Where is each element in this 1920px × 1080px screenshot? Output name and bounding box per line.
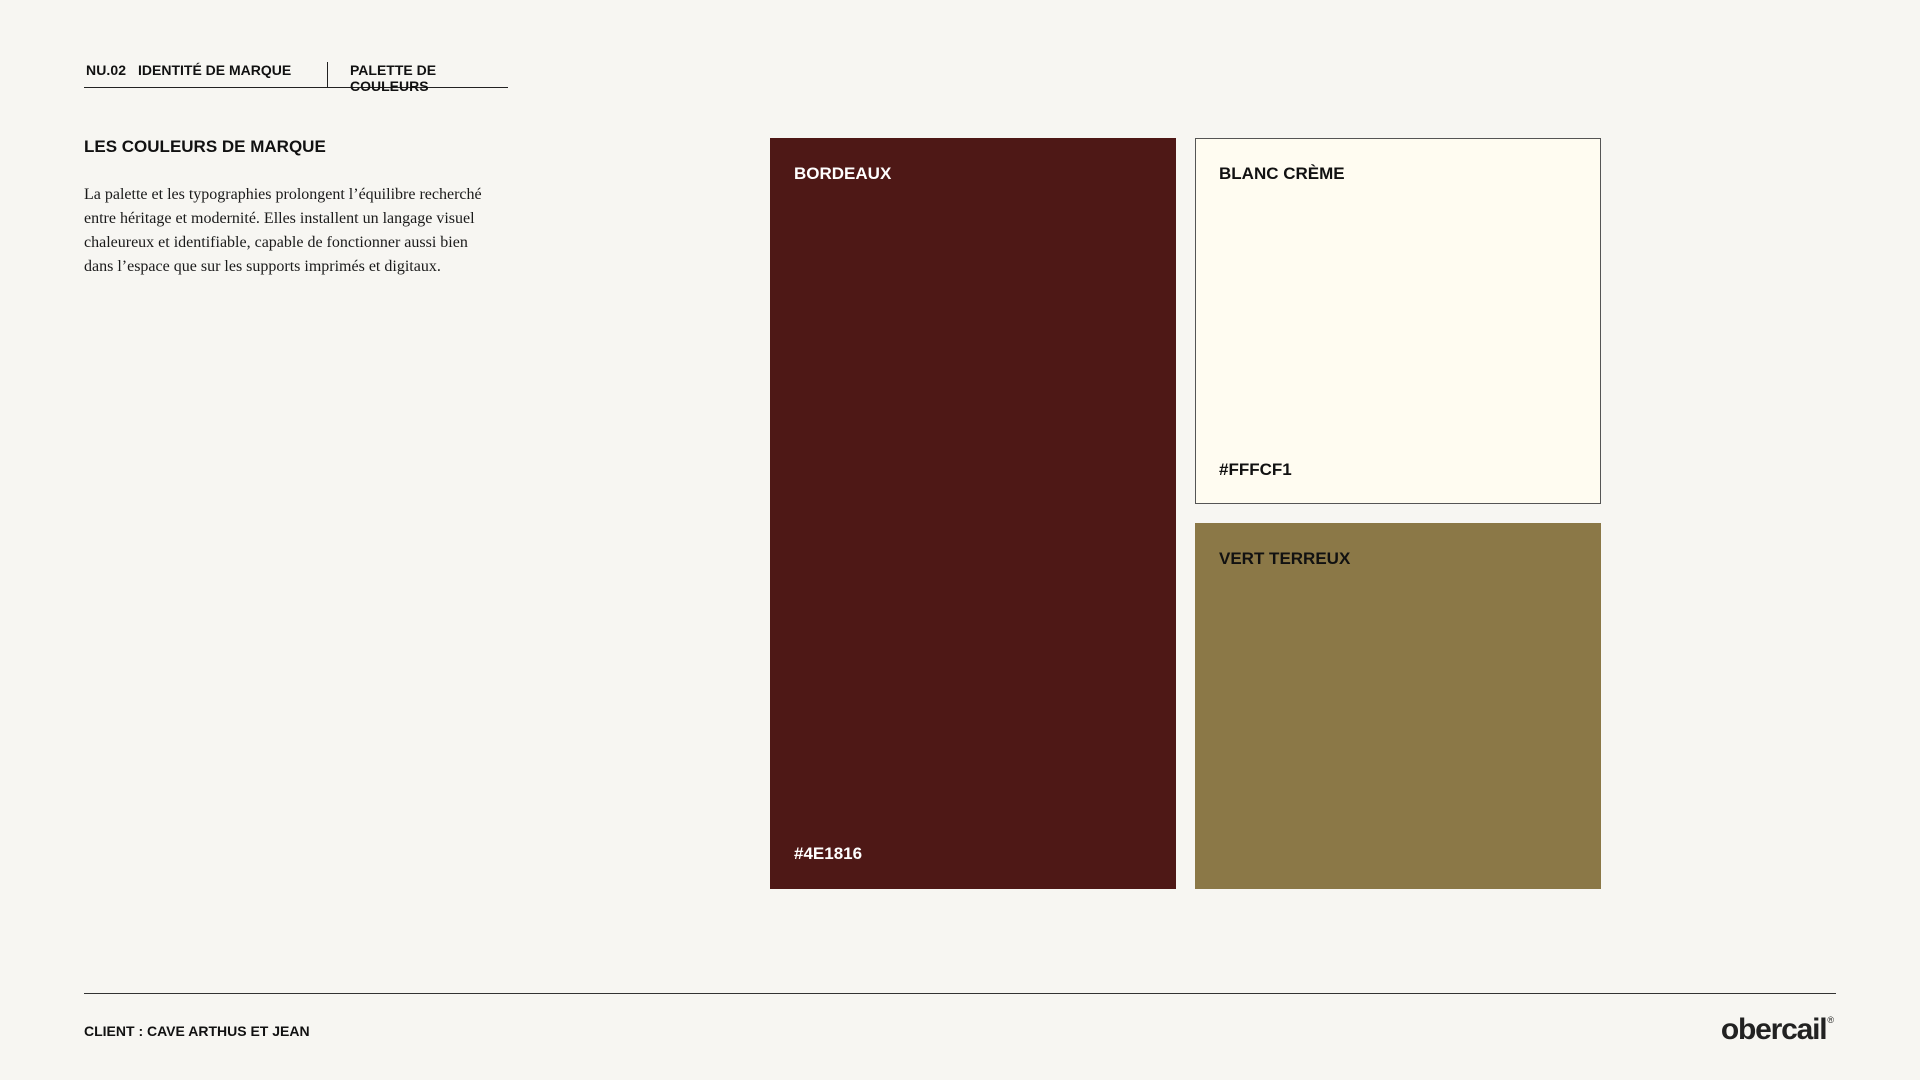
- swatch-vert-terreux: VERT TERREUX: [1195, 523, 1601, 889]
- intro-body: La palette et les typographies prolongen…: [84, 186, 482, 275]
- header-divider: [327, 62, 328, 87]
- swatch-hex: #FFFCF1: [1219, 460, 1292, 479]
- swatch-name: BORDEAUX: [794, 164, 892, 183]
- page-title: PALETTE DE COULEURS: [350, 62, 437, 94]
- swatch-bordeaux: BORDEAUX #4E1816: [770, 138, 1176, 889]
- footer-divider: [84, 993, 1836, 994]
- client-label: CLIENT : CAVE ARTHUS ET JEAN: [84, 1023, 310, 1039]
- swatch-blanc-creme: BLANC CRÈME #FFFCF1: [1195, 138, 1601, 504]
- header-bar: NU.02 IDENTITÉ DE MARQUE PALETTE DE COUL…: [84, 60, 508, 94]
- section-number: NU.02: [86, 62, 127, 78]
- logo-text: obercail: [1720, 1013, 1828, 1046]
- swatch-name: BLANC CRÈME: [1219, 164, 1345, 183]
- swatch-hex: #4E1816: [794, 844, 863, 863]
- brand-logo: obercail®: [1721, 1013, 1834, 1047]
- swatch-name: VERT TERREUX: [1219, 549, 1351, 568]
- intro-title: LES COULEURS DE MARQUE: [84, 137, 326, 156]
- registered-mark: ®: [1827, 1015, 1834, 1025]
- section-title: IDENTITÉ DE MARQUE: [138, 62, 292, 78]
